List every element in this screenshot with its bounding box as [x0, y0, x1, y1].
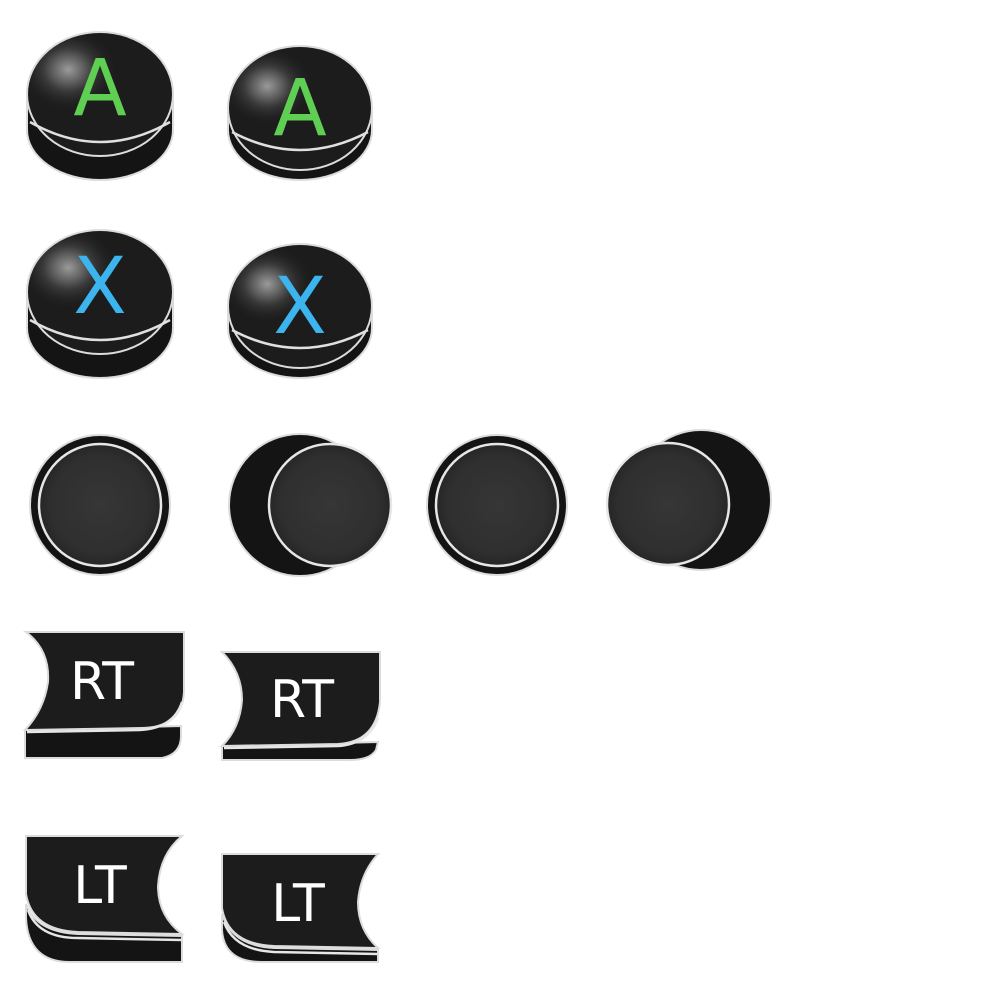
a-button-normal[interactable]: A [22, 22, 178, 184]
right-trigger-icon [22, 631, 185, 759]
x-button-icon [26, 229, 174, 379]
a-button-icon [26, 31, 174, 181]
a-button-icon [227, 45, 373, 181]
thumbstick-center[interactable] [29, 434, 171, 576]
x-button-normal[interactable]: X [22, 220, 178, 382]
a-button-pressed[interactable]: A [224, 40, 376, 184]
thumbstick-row [29, 429, 772, 577]
left-trigger-icon [25, 835, 186, 963]
thumbstick-icon [605, 429, 772, 571]
right-trigger-icon [219, 651, 381, 761]
rt-trigger-pressed[interactable]: RT [219, 650, 384, 762]
thumbstick-icon [228, 433, 393, 577]
x-button-pressed[interactable]: X [224, 238, 376, 382]
lt-trigger-pressed[interactable]: LT [218, 852, 382, 966]
thumbstick-icon [29, 434, 171, 576]
thumbstick-left[interactable] [605, 429, 772, 571]
thumbstick-right[interactable] [228, 433, 393, 577]
thumbstick-center-2[interactable] [426, 434, 568, 576]
thumbstick-icon [426, 434, 568, 576]
x-button-icon [227, 243, 373, 379]
lt-trigger-normal[interactable]: LT [22, 834, 186, 966]
rt-trigger-normal[interactable]: RT [22, 630, 186, 760]
left-trigger-icon [221, 853, 381, 963]
